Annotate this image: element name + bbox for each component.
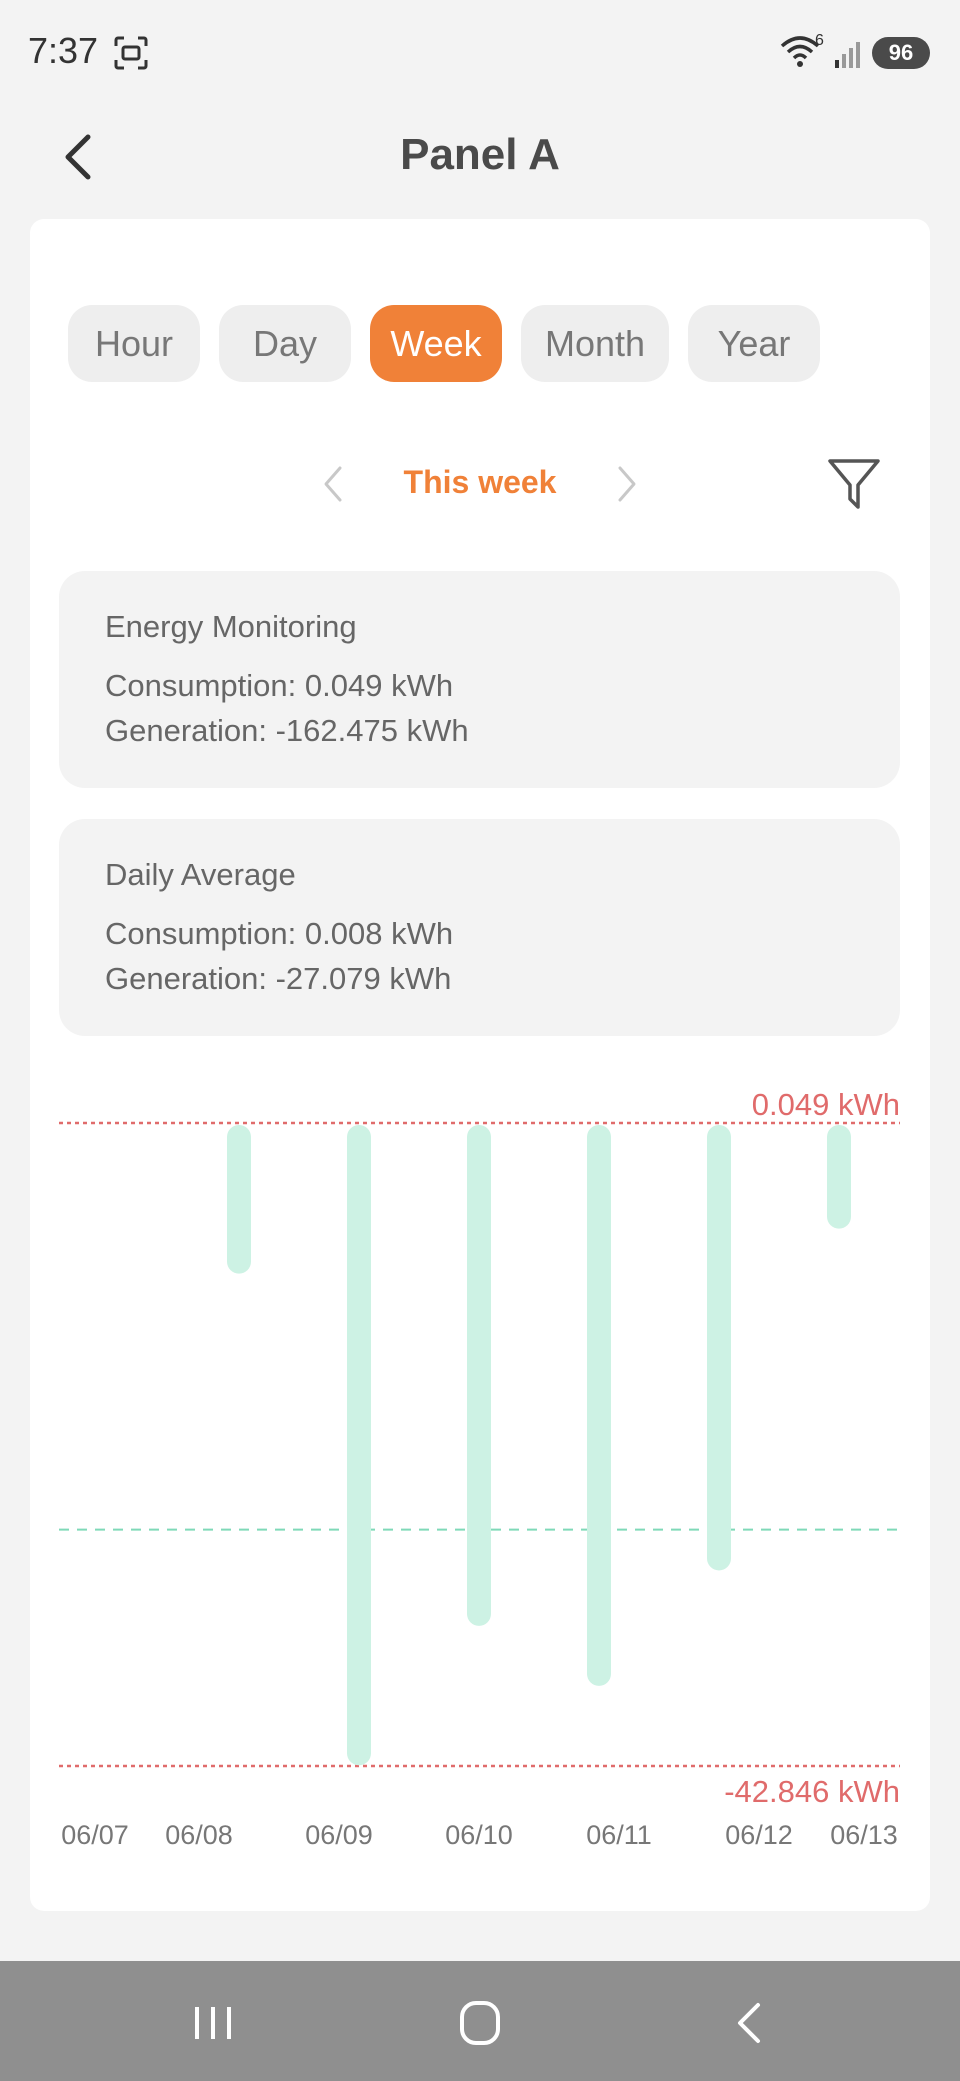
system-back-icon[interactable]: [720, 1997, 780, 2049]
battery-badge: 96: [872, 37, 930, 69]
average-consumption-value: Consumption: 0.008 kWh: [105, 916, 454, 951]
status-time: 7:37: [28, 30, 99, 71]
average-generation-value: Generation: -27.079 kWh: [105, 961, 452, 996]
system-navigation-bar: [0, 1961, 960, 2081]
tab-hour[interactable]: Hour: [68, 305, 200, 382]
status-bar: 7:37 6 96: [0, 0, 960, 100]
energy-generation-value: Generation: -162.475 kWh: [105, 713, 469, 748]
bar-06-13[interactable]: [827, 1125, 851, 1229]
tab-week[interactable]: Week: [370, 305, 502, 382]
min-value-label: -42.846 kWh: [724, 1774, 900, 1809]
x-tick-label: 06/09: [305, 1820, 373, 1850]
wifi-generation-label: 6: [815, 32, 824, 49]
energy-consumption-value: Consumption: 0.049 kWh: [105, 668, 454, 703]
energy-monitoring-box: Energy Monitoring Consumption: 0.049 kWh…: [59, 571, 900, 788]
screenshot-icon: [114, 36, 148, 70]
page-title: Panel A: [400, 130, 560, 179]
chart-canvas: 0.049 kWh -42.846 kWh: [59, 1087, 900, 1809]
x-tick-label: 06/08: [165, 1820, 233, 1850]
bar-06-08[interactable]: [227, 1125, 251, 1274]
next-period-button[interactable]: [612, 462, 642, 506]
bar-06-09[interactable]: [347, 1125, 371, 1766]
x-tick-label: 06/13: [830, 1820, 898, 1850]
daily-average-box: Daily Average Consumption: 0.008 kWh Gen…: [59, 819, 900, 1036]
x-tick-label: 06/12: [725, 1820, 793, 1850]
filter-icon[interactable]: [826, 455, 882, 513]
signal-icon: [835, 42, 860, 68]
bar-06-10[interactable]: [467, 1125, 491, 1626]
max-value-label: 0.049 kWh: [752, 1087, 900, 1122]
weekly-energy-chart: 0.049 kWh -42.846 kWh 06/07 06/08 06/09 …: [0, 1080, 960, 1860]
energy-monitoring-title: Energy Monitoring: [105, 609, 357, 644]
period-navigator: This week: [0, 450, 960, 520]
period-label: This week: [403, 464, 557, 500]
daily-average-title: Daily Average: [105, 857, 296, 892]
tab-month[interactable]: Month: [521, 305, 669, 382]
bar-06-12[interactable]: [707, 1125, 731, 1571]
x-axis-labels: 06/07 06/08 06/09 06/10 06/11 06/12 06/1…: [0, 1820, 960, 1860]
bars-group: [227, 1125, 851, 1766]
x-tick-label: 06/10: [445, 1820, 513, 1850]
recent-apps-icon[interactable]: [183, 1997, 243, 2049]
bar-06-11[interactable]: [587, 1125, 611, 1686]
x-tick-label: 06/11: [586, 1820, 652, 1850]
wifi-icon: [780, 36, 820, 67]
x-tick-label: 06/07: [61, 1820, 129, 1850]
tab-day[interactable]: Day: [219, 305, 351, 382]
tab-year[interactable]: Year: [688, 305, 820, 382]
home-icon[interactable]: [450, 1997, 510, 2049]
